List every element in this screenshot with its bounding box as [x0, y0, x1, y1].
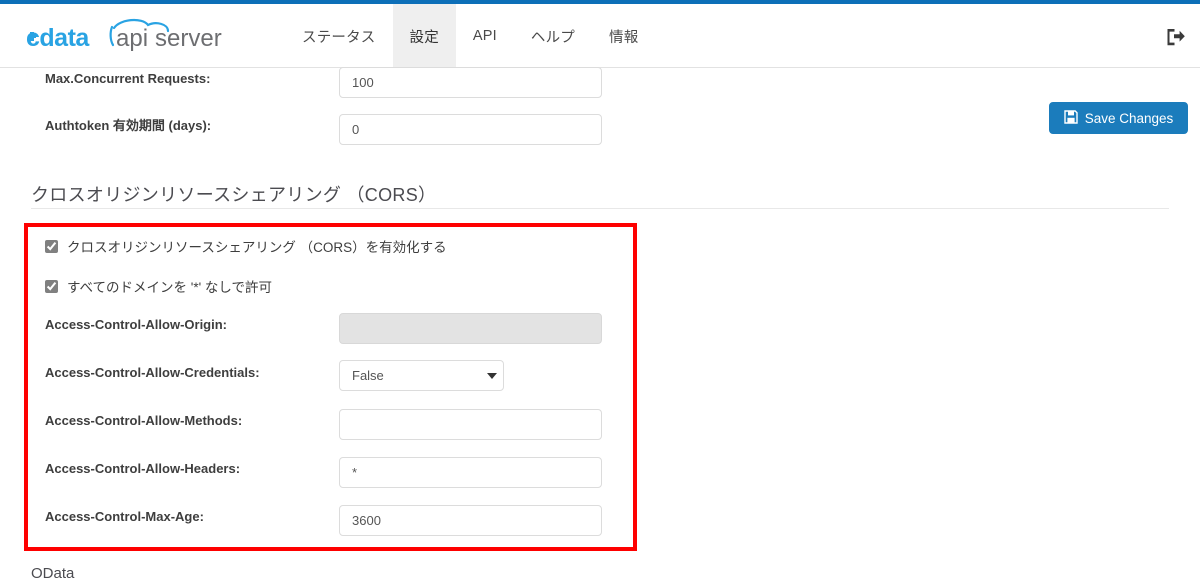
cors-enable-checkbox[interactable] [45, 239, 58, 253]
authtoken-expiry-label: Authtoken 有効期間 (days): [45, 118, 212, 133]
cors-section-divider [31, 208, 1169, 209]
field-row-max-age: Access-Control-Max-Age: [0, 505, 1200, 558]
cors-allow-all-checkbox-label: すべてのドメインを '*' なしで許可 [67, 280, 273, 295]
svg-text:server: server [155, 25, 222, 52]
app-window: cdata api server ステータス 設定 API ヘルプ 情報 Max… [0, 0, 1200, 586]
tab-status-label: ステータス [302, 29, 376, 46]
field-row-allow-credentials: Access-Control-Allow-Credentials: False … [0, 360, 1200, 414]
allow-methods-input[interactable] [339, 409, 602, 440]
authtoken-expiry-input[interactable] [339, 114, 602, 145]
tab-info-label: 情報 [609, 29, 639, 46]
field-row-allow-headers: Access-Control-Allow-Headers: [0, 457, 1200, 510]
sign-out-icon[interactable] [1164, 26, 1186, 48]
max-concurrent-input[interactable] [339, 67, 602, 98]
svg-text:cdata: cdata [26, 24, 90, 52]
allow-credentials-label: Access-Control-Allow-Credentials: [45, 365, 260, 380]
allow-credentials-select[interactable]: False True [339, 360, 504, 391]
tab-status[interactable]: ステータス [285, 4, 393, 68]
tab-api-label: API [472, 28, 497, 44]
allow-origin-input[interactable] [339, 313, 602, 344]
svg-text:api: api [116, 25, 148, 52]
floppy-disk-icon [1064, 109, 1078, 127]
max-age-label: Access-Control-Max-Age: [45, 509, 204, 524]
cdata-api-server-logo[interactable]: cdata api server [24, 14, 234, 60]
max-concurrent-label: Max.Concurrent Requests: [45, 71, 211, 86]
field-row-allow-methods: Access-Control-Allow-Methods: [0, 409, 1200, 462]
cors-section-heading: クロスオリジンリソースシェアリング （CORS） [31, 185, 437, 205]
cors-enable-checkbox-row[interactable]: クロスオリジンリソースシェアリング （CORS）を有効化する [45, 236, 447, 256]
save-changes-button[interactable]: Save Changes [1049, 102, 1188, 134]
tab-help-label: ヘルプ [530, 29, 575, 46]
tab-help[interactable]: ヘルプ [514, 4, 592, 68]
cors-allow-all-checkbox-row[interactable]: すべてのドメインを '*' なしで許可 [45, 276, 272, 296]
main-navigation: ステータス 設定 API ヘルプ 情報 [285, 4, 655, 68]
cors-allow-all-checkbox[interactable] [45, 279, 58, 293]
field-row-authtoken-expiry: Authtoken 有効期間 (days): [0, 114, 1200, 167]
app-header: cdata api server ステータス 設定 API ヘルプ 情報 [0, 4, 1200, 68]
cors-enable-checkbox-label: クロスオリジンリソースシェアリング （CORS）を有効化する [67, 240, 447, 255]
field-row-allow-origin: Access-Control-Allow-Origin: [0, 313, 1200, 366]
odata-section-heading: OData [31, 565, 75, 582]
allow-methods-label: Access-Control-Allow-Methods: [45, 413, 243, 428]
allow-headers-label: Access-Control-Allow-Headers: [45, 461, 241, 476]
tab-settings-label: 設定 [409, 29, 439, 46]
save-changes-label: Save Changes [1084, 110, 1174, 126]
tab-api[interactable]: API [456, 4, 514, 68]
allow-headers-input[interactable] [339, 457, 602, 488]
field-row-max-concurrent: Max.Concurrent Requests: [0, 67, 1200, 120]
tab-info[interactable]: 情報 [592, 4, 655, 68]
tab-settings[interactable]: 設定 [392, 4, 456, 68]
max-age-input[interactable] [339, 505, 602, 536]
allow-origin-label: Access-Control-Allow-Origin: [45, 317, 228, 332]
settings-content: Max.Concurrent Requests: Authtoken 有効期間 … [0, 67, 1200, 586]
